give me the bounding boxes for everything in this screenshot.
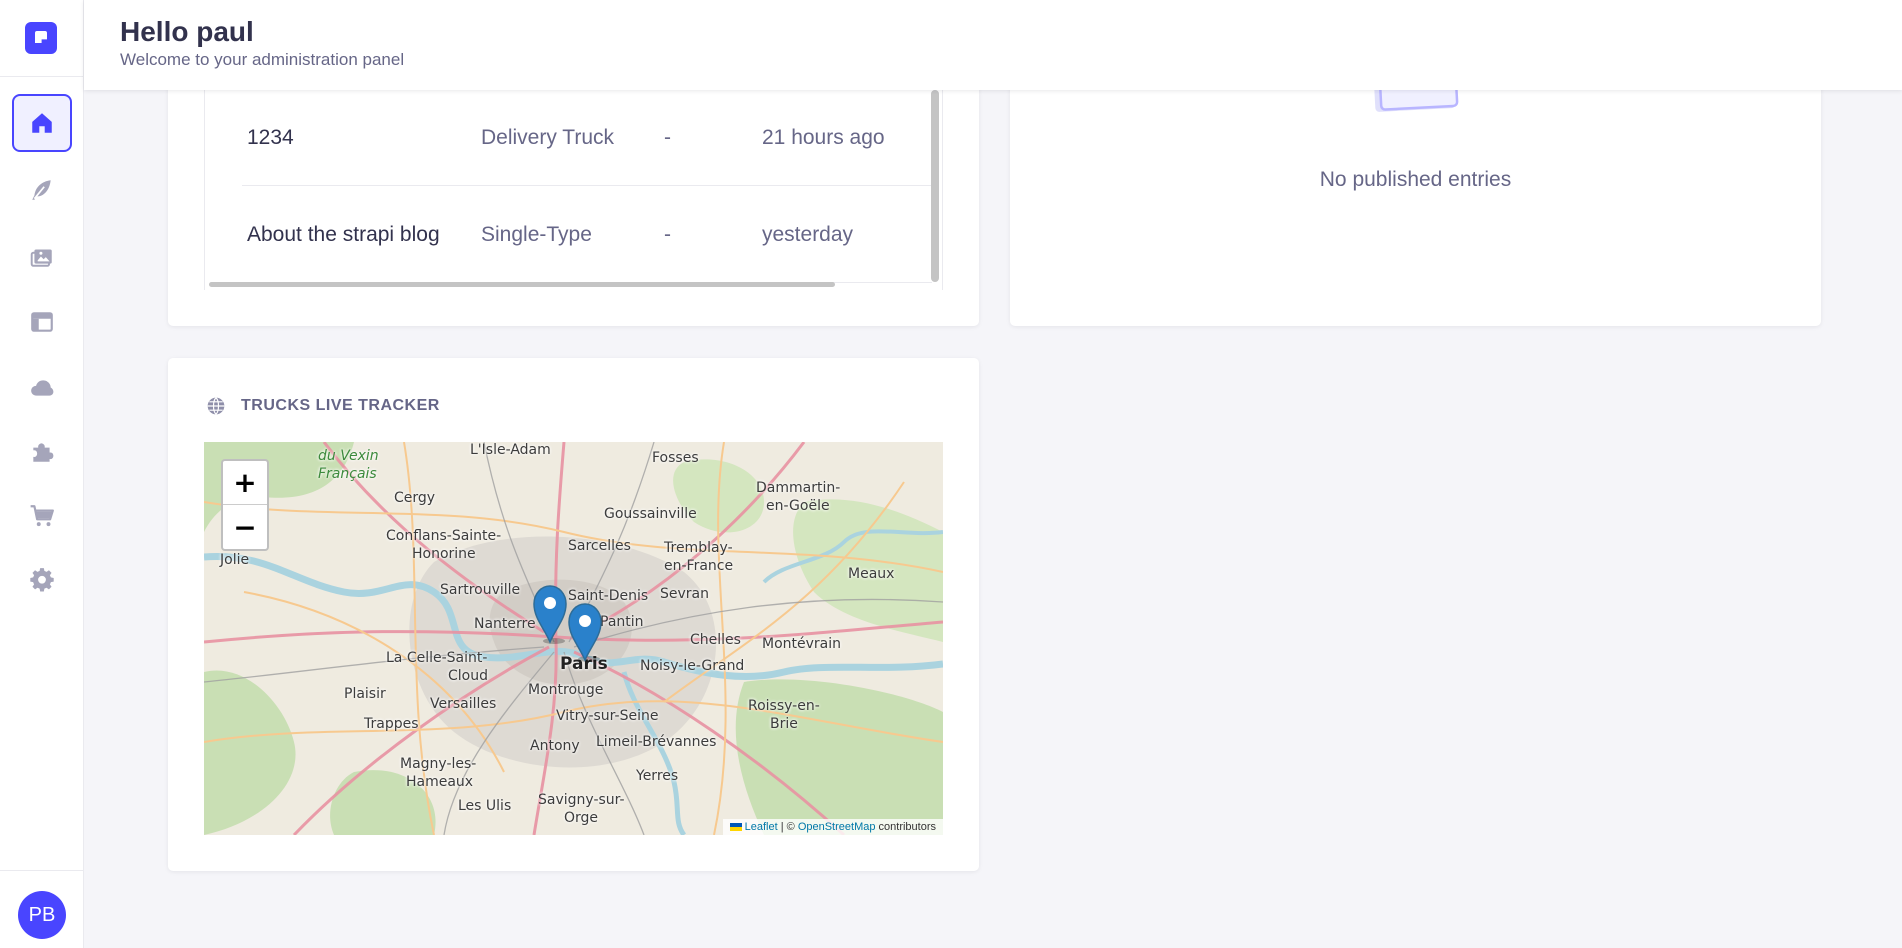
map-label: du Vexin [318, 448, 379, 464]
map-label: Hameaux [406, 774, 474, 790]
nav-content-manager[interactable] [12, 162, 72, 218]
map-label: Plaisir [344, 686, 386, 702]
divider [0, 870, 84, 871]
user-avatar[interactable]: PB [18, 891, 66, 939]
entry-time: 21 hours ago [762, 126, 885, 149]
zoom-in-button[interactable]: + [223, 461, 267, 505]
map-label: Sartrouville [440, 582, 521, 598]
gear-icon [30, 568, 54, 592]
ukraine-flag-icon [729, 823, 742, 831]
zoom-control: + − [221, 459, 269, 551]
map-label: Goussainville [604, 506, 697, 522]
map-attribution: Leaflet | © OpenStreetMap contributors [722, 819, 943, 835]
map-label: Cergy [394, 490, 436, 506]
entry-status: - [664, 223, 671, 246]
nav-plugins[interactable] [12, 424, 72, 480]
empty-state-text: No published entries [1319, 168, 1512, 191]
layout-icon [31, 312, 53, 332]
entry-time: yesterday [762, 223, 854, 246]
map-label: Tremblay- [664, 540, 733, 556]
puzzle-icon [33, 443, 54, 462]
map-label: Conflans-Sainte- [386, 528, 502, 544]
map-label: Trappes [364, 716, 419, 732]
map-label: Yerres [636, 768, 679, 784]
entry-type: Single-Type [481, 223, 592, 246]
tracker-title: TRUCKS LIVE TRACKER [241, 397, 440, 414]
map-label: Cloud [448, 668, 488, 684]
strapi-logo-icon[interactable] [25, 22, 57, 54]
map-label: Limeil-Brévannes [596, 734, 717, 750]
main-sidebar: PB [0, 0, 84, 948]
map-label: Vitry-sur-Seine [556, 708, 659, 724]
page-title: Hello paul [120, 16, 254, 47]
truck-marker-icon[interactable] [567, 602, 603, 662]
map-label: Nanterre [474, 616, 536, 632]
map-label: Noisy-le-Grand [640, 658, 745, 674]
map-label: Antony [530, 738, 580, 754]
map-label: Meaux [848, 566, 895, 582]
map-label: Honorine [412, 546, 476, 562]
zoom-out-button[interactable]: − [223, 505, 267, 549]
page-header: Hello paul Welcome to your administratio… [84, 0, 1902, 90]
map-label: Chelles [690, 632, 741, 648]
map-label: en-Goële [766, 498, 830, 514]
map-label: Jolie [220, 552, 250, 568]
map-label: en-France [664, 558, 734, 574]
cart-icon [30, 505, 54, 527]
nav-media-library[interactable] [12, 228, 72, 284]
map-label: Sarcelles [568, 538, 631, 554]
openstreetmap-link[interactable]: OpenStreetMap [798, 821, 876, 833]
map-label: Les Ulis [458, 798, 512, 814]
map-label: Montévrain [762, 636, 842, 652]
vertical-scrollbar[interactable] [931, 90, 939, 282]
map-label: Français [318, 466, 377, 482]
map-label: Savigny-sur- [538, 792, 625, 808]
truck-marker-icon[interactable] [532, 584, 568, 644]
map-label: Montrouge [528, 682, 604, 698]
table-row[interactable]: About the strapi blog Single-Type - yest… [242, 187, 932, 283]
live-map[interactable]: du Vexin Français L'Isle-Adam Fosses Dam… [204, 442, 943, 835]
entry-title: About the strapi blog [247, 223, 440, 246]
map-label: L'Isle-Adam [470, 442, 551, 458]
nav-content-type-builder[interactable] [12, 294, 72, 350]
leaflet-link[interactable]: Leaflet [745, 821, 778, 833]
horizontal-scrollbar[interactable] [209, 282, 835, 287]
nav-marketplace[interactable] [12, 488, 72, 544]
map-label: Versailles [430, 696, 497, 712]
map-label: Brie [770, 716, 798, 732]
home-icon [32, 113, 52, 133]
nav-cloud[interactable] [12, 360, 72, 416]
map-label: Magny-les- [400, 756, 477, 772]
tracker-header: TRUCKS LIVE TRACKER [206, 396, 440, 416]
trucks-tracker-card: TRUCKS LIVE TRACKER du Vexin Français L'… [168, 358, 979, 871]
entry-title: 1234 [247, 126, 294, 149]
map-label: Orge [564, 810, 599, 826]
map-label: Dammartin- [756, 480, 841, 496]
map-label: La Celle-Saint- [386, 650, 488, 666]
entries-table: 1234 Delivery Truck - 21 hours ago About… [204, 90, 943, 290]
attribution-separator: | © [777, 821, 798, 833]
media-library-icon [30, 249, 52, 267]
attribution-suffix: contributors [875, 821, 936, 833]
feather-icon [32, 180, 51, 200]
map-label: Sevran [660, 586, 709, 602]
entry-type: Delivery Truck [481, 126, 615, 149]
page-subtitle: Welcome to your administration panel [120, 50, 405, 69]
map-label: Pantin [600, 614, 644, 630]
map-label: Roissy-en- [748, 698, 820, 714]
nav-settings[interactable] [12, 552, 72, 608]
divider [0, 76, 84, 77]
map-label: Fosses [652, 450, 699, 466]
nav-home[interactable] [12, 94, 72, 152]
cloud-icon [31, 380, 54, 396]
entry-status: - [664, 126, 671, 149]
table-row[interactable]: 1234 Delivery Truck - 21 hours ago [242, 90, 932, 186]
globe-icon [207, 397, 225, 415]
